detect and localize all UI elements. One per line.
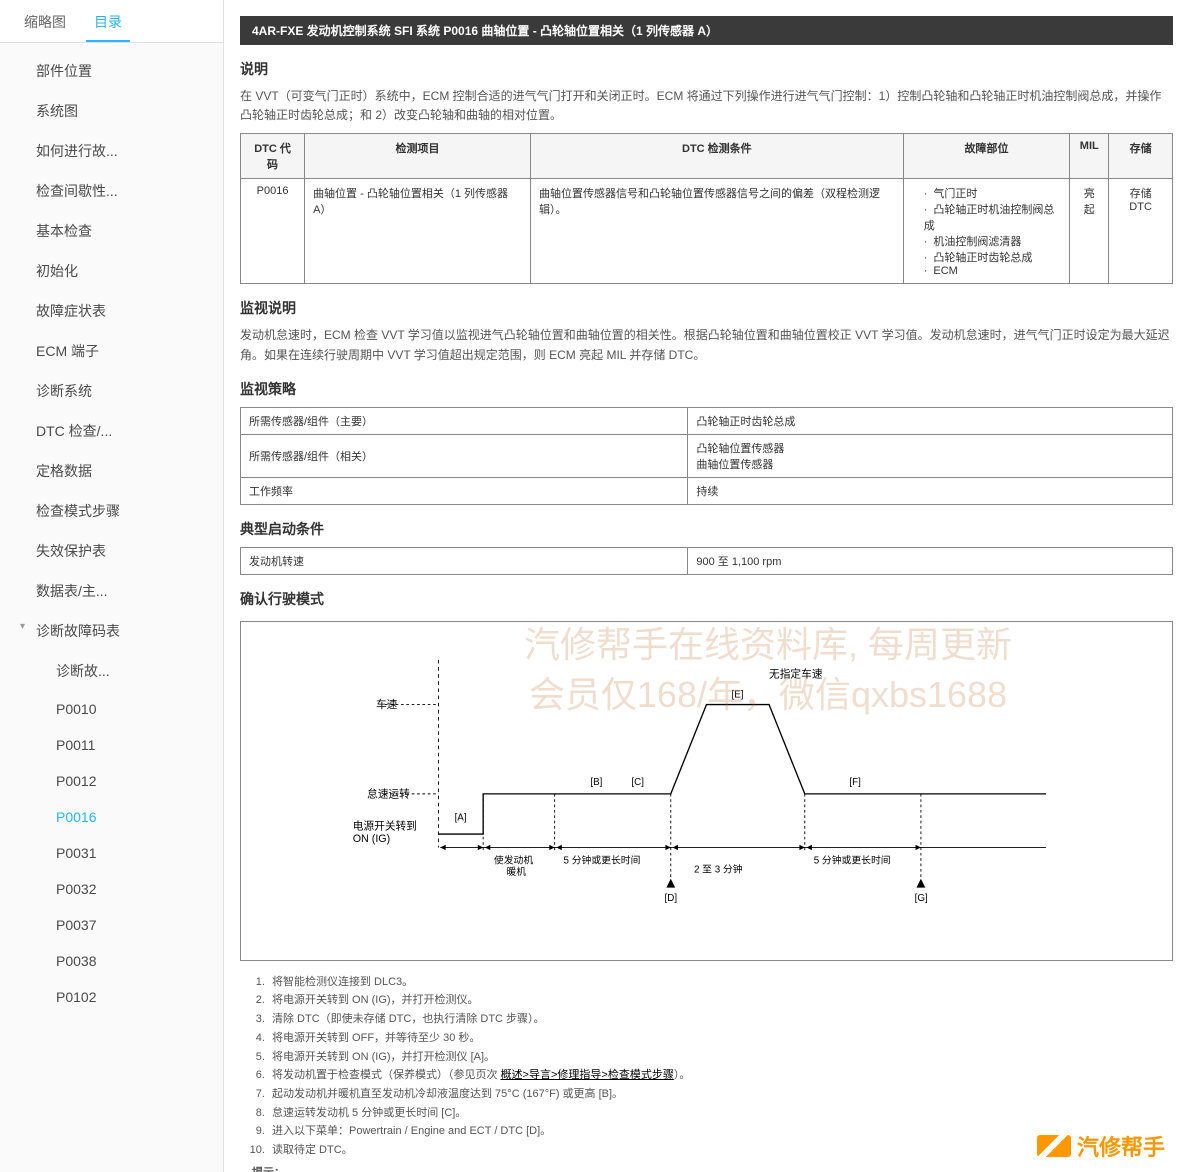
monitor-desc-text: 发动机怠速时，ECM 检查 VVT 学习值以监视进气凸轮轴位置和曲轴位置的相关性… xyxy=(240,326,1173,364)
tab-toc[interactable]: 目录 xyxy=(86,8,130,42)
tip-label: 提示： xyxy=(252,1164,1173,1172)
strat-table: 所需传感器/组件（主要）凸轮轴正时齿轮总成所需传感器/组件（相关）凸轮轴位置传感… xyxy=(240,407,1173,505)
step-item: 将电源开关转到 OFF，并等待至少 30 秒。 xyxy=(268,1029,1173,1048)
toc-item[interactable]: 失效保护表 xyxy=(0,531,223,571)
toc-item[interactable]: 诊断系统 xyxy=(0,371,223,411)
dtc-th: DTC 检测条件 xyxy=(530,134,903,179)
toc-item[interactable]: P0102 xyxy=(0,979,223,1015)
toc-item[interactable]: P0037 xyxy=(0,907,223,943)
page-title: 4AR-FXE 发动机控制系统 SFI 系统 P0016 曲轴位置 - 凸轮轴位… xyxy=(240,16,1173,45)
tab-thumbnails[interactable]: 缩略图 xyxy=(16,8,74,42)
toc-item[interactable]: P0012 xyxy=(0,763,223,799)
step-item: 将发动机置于检查模式（保养模式）（参见页次 概述>导言>修理指导>检查模式步骤）… xyxy=(268,1066,1173,1085)
toc-item[interactable]: 诊断故... xyxy=(0,651,223,691)
section-drive: 确认行驶模式 xyxy=(240,589,1173,609)
toc-item[interactable]: DTC 检查/... xyxy=(0,411,223,451)
desc-text: 在 VVT（可变气门正时）系统中，ECM 控制合适的进气气门打开和关闭正时。EC… xyxy=(240,87,1173,125)
svg-text:[B]: [B] xyxy=(590,777,602,788)
table-row: 发动机转速900 至 1,100 rpm xyxy=(241,547,1173,574)
drive-diagram: 无指定车速 车速 怠速运转 电源开关转到 ON (IG) [A] [B] [C]… xyxy=(240,621,1173,961)
svg-text:2 至 3 分钟: 2 至 3 分钟 xyxy=(694,862,743,875)
toc-item[interactable]: 诊断故障码表 xyxy=(0,611,223,651)
sidebar: 缩略图 目录 部件位置系统图如何进行故...检查间歇性...基本检查初始化故障症… xyxy=(0,0,224,1172)
sidebar-tabs: 缩略图 目录 xyxy=(0,0,223,43)
toc-item[interactable]: 定格数据 xyxy=(0,451,223,491)
toc-item[interactable]: P0010 xyxy=(0,691,223,727)
svg-text:使发动机: 使发动机 xyxy=(494,853,533,866)
dtc-table: DTC 代码检测项目DTC 检测条件故障部位MIL存储 P0016曲轴位置 - … xyxy=(240,133,1173,284)
inline-link[interactable]: 概述>导言>修理指导>检查模式步骤 xyxy=(501,1069,674,1081)
dtc-td: 气门正时凸轮轴正时机油控制阀总成机油控制阀滤清器凸轮轴正时齿轮总成ECM xyxy=(903,179,1070,284)
toc-item[interactable]: ECM 端子 xyxy=(0,331,223,371)
section-startup: 典型启动条件 xyxy=(240,519,1173,539)
svg-text:暖机: 暖机 xyxy=(506,865,526,878)
step-item: 将电源开关转到 ON (IG)，并打开检测仪 [A]。 xyxy=(268,1048,1173,1067)
svg-text:车速: 车速 xyxy=(376,698,398,711)
svg-text:[A]: [A] xyxy=(455,812,467,823)
content-area[interactable]: 4AR-FXE 发动机控制系统 SFI 系统 P0016 曲轴位置 - 凸轮轴位… xyxy=(224,0,1189,1172)
dtc-td: P0016 xyxy=(241,179,305,284)
svg-text:[E]: [E] xyxy=(732,689,744,700)
section-monitor-desc: 监视说明 xyxy=(240,298,1173,318)
dtc-td: 存储 DTC xyxy=(1109,179,1173,284)
toc-item[interactable]: P0011 xyxy=(0,727,223,763)
dtc-th: 检测项目 xyxy=(305,134,531,179)
brand-logo-text: 汽修帮手 xyxy=(1077,1130,1165,1162)
table-row: 所需传感器/组件（相关）凸轮轴位置传感器 曲轴位置传感器 xyxy=(241,434,1173,477)
step-item: 清除 DTC（即使未存储 DTC，也执行清除 DTC 步骤）。 xyxy=(268,1010,1173,1029)
dtc-td: 曲轴位置 - 凸轮轴位置相关（1 列传感器 A） xyxy=(305,179,531,284)
svg-text:5 分钟或更长时间: 5 分钟或更长时间 xyxy=(814,853,891,866)
step-item: 起动发动机并暖机直至发动机冷却液温度达到 75°C (167°F) 或更高 [B… xyxy=(268,1085,1173,1104)
toc-item[interactable]: 检查间歇性... xyxy=(0,171,223,211)
step-item: 怠速运转发动机 5 分钟或更长时间 [C]。 xyxy=(268,1104,1173,1123)
step-item: 将电源开关转到 ON (IG)，并打开检测仪。 xyxy=(268,991,1173,1010)
toc-item[interactable]: 部件位置 xyxy=(0,51,223,91)
dtc-td: 曲轴位置传感器信号和凸轮轴位置传感器信号之间的偏差（双程检测逻辑）。 xyxy=(530,179,903,284)
dtc-th: 故障部位 xyxy=(903,134,1070,179)
toc-item[interactable]: P0038 xyxy=(0,943,223,979)
svg-text:无指定车速: 无指定车速 xyxy=(769,667,823,680)
table-row: 工作频率持续 xyxy=(241,477,1173,504)
svg-text:[G]: [G] xyxy=(915,893,928,904)
table-row: P0016曲轴位置 - 凸轮轴位置相关（1 列传感器 A）曲轴位置传感器信号和凸… xyxy=(241,179,1173,284)
section-desc-heading: 说明 xyxy=(240,59,1173,79)
svg-text:[C]: [C] xyxy=(631,777,644,788)
toc-item[interactable]: P0016 xyxy=(0,799,223,835)
dtc-th: 存储 xyxy=(1109,134,1173,179)
brand-logo: 汽修帮手 xyxy=(1037,1130,1165,1162)
dtc-td: 亮起 xyxy=(1070,179,1109,284)
step-item: 将智能检测仪连接到 DLC3。 xyxy=(268,973,1173,992)
dtc-th: MIL xyxy=(1070,134,1109,179)
brand-logo-icon xyxy=(1037,1135,1071,1157)
svg-text:[F]: [F] xyxy=(849,777,861,788)
toc-item[interactable]: 初始化 xyxy=(0,251,223,291)
toc-item[interactable]: P0032 xyxy=(0,871,223,907)
svg-text:5 分钟或更长时间: 5 分钟或更长时间 xyxy=(564,853,641,866)
toc-item[interactable]: 如何进行故... xyxy=(0,131,223,171)
svg-text:[D]: [D] xyxy=(665,893,678,904)
startup-table: 发动机转速900 至 1,100 rpm xyxy=(240,547,1173,575)
svg-text:电源开关转到: 电源开关转到 xyxy=(353,819,417,832)
section-monitor-strat: 监视策略 xyxy=(240,379,1173,399)
toc-item[interactable]: 数据表/主... xyxy=(0,571,223,611)
toc-item[interactable]: 故障症状表 xyxy=(0,291,223,331)
svg-text:怠速运转: 怠速运转 xyxy=(367,787,410,800)
toc-item[interactable]: P0031 xyxy=(0,835,223,871)
dtc-th: DTC 代码 xyxy=(241,134,305,179)
toc-item[interactable]: 系统图 xyxy=(0,91,223,131)
toc-item[interactable]: 检查模式步骤 xyxy=(0,491,223,531)
toc-item[interactable]: 基本检查 xyxy=(0,211,223,251)
svg-text:ON (IG): ON (IG) xyxy=(353,833,390,845)
table-row: 所需传感器/组件（主要）凸轮轴正时齿轮总成 xyxy=(241,407,1173,434)
toc-list: 部件位置系统图如何进行故...检查间歇性...基本检查初始化故障症状表ECM 端… xyxy=(0,43,223,1023)
